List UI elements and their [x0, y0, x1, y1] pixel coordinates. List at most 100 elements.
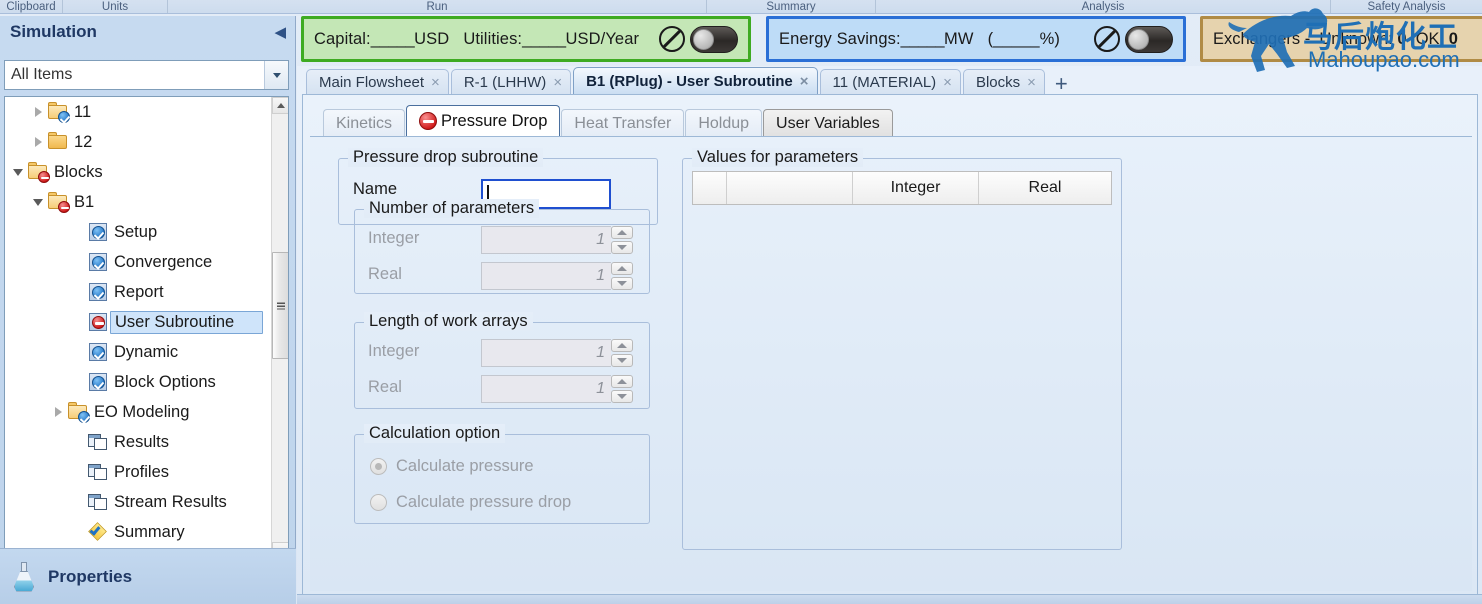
- exchangers-text: Exchangers - Unknown: 0 OK: 0: [1213, 30, 1458, 49]
- capital-cost-panel[interactable]: Capital:_____USD Utilities:_____USD/Year: [301, 16, 751, 62]
- toggle-knob: [693, 28, 714, 50]
- capital-unit: USD: [414, 29, 450, 48]
- form-sub-tab-bar[interactable]: Kinetics Pressure Drop Heat Transfer Holdup…: [323, 105, 894, 137]
- spinner-decrement-button[interactable]: [611, 277, 633, 290]
- tree-item-user-subroutine[interactable]: User Subroutine: [5, 307, 273, 337]
- work-arrays-integer-spinner[interactable]: 1: [481, 339, 633, 367]
- sub-tab-heat-transfer[interactable]: Heat Transfer: [561, 109, 685, 137]
- close-icon[interactable]: ×: [800, 74, 809, 89]
- document-tab-b1-rplug-user-subroutine[interactable]: B1 (RPlug) - User Subroutine ×: [573, 67, 818, 95]
- spinner-decrement-button[interactable]: [611, 390, 633, 403]
- spinner-buttons[interactable]: [611, 339, 633, 367]
- tree-expander-expanded[interactable]: [9, 168, 27, 176]
- form-check-icon: [87, 342, 109, 362]
- radio-calculate-pressure[interactable]: Calculate pressure: [370, 457, 534, 476]
- tree-item-label: 12: [74, 132, 93, 151]
- tree-item-convergence[interactable]: Convergence: [5, 247, 273, 277]
- work-arrays-real-spinner[interactable]: 1: [481, 375, 633, 403]
- scroll-up-button[interactable]: [272, 97, 288, 114]
- num-params-integer-value: 1: [481, 226, 611, 254]
- form-check-icon: [87, 222, 109, 242]
- tree-item-eo-modeling[interactable]: EO Modeling: [5, 397, 273, 427]
- table-header-integer[interactable]: Integer: [853, 172, 979, 204]
- utilities-value-blank: _____: [522, 29, 566, 48]
- tree-expander-collapsed[interactable]: [49, 407, 67, 417]
- navigation-title: Simulation: [10, 22, 97, 41]
- scrollbar-thumb[interactable]: [272, 252, 288, 359]
- close-icon[interactable]: ×: [431, 75, 440, 90]
- document-tab-main-flowsheet[interactable]: Main Flowsheet ×: [306, 69, 449, 95]
- document-tab-blocks[interactable]: Blocks ×: [962, 69, 1045, 95]
- document-tab-bar[interactable]: Main Flowsheet × R-1 (LHHW) × B1 (RPlug) - U…: [297, 66, 1482, 95]
- all-items-filter-combobox[interactable]: All Items: [4, 60, 289, 90]
- close-icon[interactable]: ×: [943, 75, 952, 90]
- tree-item-11[interactable]: 11: [5, 97, 273, 127]
- table-header-rownum[interactable]: [693, 172, 727, 204]
- spinner-buttons[interactable]: [611, 262, 633, 290]
- sub-tab-user-variables[interactable]: User Variables: [763, 109, 893, 137]
- num-params-integer-label: Integer: [368, 229, 420, 247]
- tree-item-profiles[interactable]: Profiles: [5, 457, 273, 487]
- num-params-integer-spinner[interactable]: 1: [481, 226, 633, 254]
- document-tab-label: R-1 (LHHW): [463, 74, 547, 91]
- sub-tab-holdup[interactable]: Holdup: [685, 109, 763, 137]
- collapse-panel-icon[interactable]: ◀: [274, 25, 286, 40]
- add-tab-button[interactable]: +: [1051, 73, 1072, 95]
- table-header-real[interactable]: Real: [979, 172, 1111, 204]
- tree-item-report[interactable]: Report: [5, 277, 273, 307]
- tree-item-label: Setup: [114, 222, 158, 241]
- spinner-increment-button[interactable]: [611, 339, 633, 352]
- form-check-icon: [87, 282, 109, 302]
- spinner-increment-button[interactable]: [611, 375, 633, 388]
- tree-item-summary[interactable]: Summary: [5, 517, 273, 547]
- close-icon[interactable]: ×: [553, 75, 562, 90]
- radio-calculate-pressure-drop[interactable]: Calculate pressure drop: [370, 493, 571, 512]
- tree-item-label: Results: [114, 432, 170, 451]
- tree-expander-collapsed[interactable]: [29, 107, 47, 117]
- simulation-navigation-panel: Simulation ◀ All Items 11 12 Blocks B1 Setup…: [0, 16, 296, 604]
- energy-toggle-switch[interactable]: [1125, 25, 1173, 53]
- tree-item-12[interactable]: 12: [5, 127, 273, 157]
- tree-expander-collapsed[interactable]: [29, 137, 47, 147]
- tree-item-dynamic[interactable]: Dynamic: [5, 337, 273, 367]
- tree-item-label: EO Modeling: [94, 402, 190, 421]
- sub-tab-pressure-drop[interactable]: Pressure Drop: [406, 105, 561, 137]
- tree-vertical-scrollbar[interactable]: [271, 97, 288, 559]
- energy-savings-panel[interactable]: Energy Savings:_____MW (_____%): [766, 16, 1186, 62]
- table-header-blank[interactable]: [727, 172, 853, 204]
- user-subroutine-form-panel: Kinetics Pressure Drop Heat Transfer Holdup…: [302, 94, 1478, 599]
- exchangers-status-panel[interactable]: Exchangers - Unknown: 0 OK: 0: [1200, 16, 1482, 62]
- utilities-unit: USD/Year: [565, 29, 640, 48]
- chevron-down-icon[interactable]: [264, 61, 288, 89]
- values-for-parameters-table[interactable]: Integer Real: [692, 171, 1112, 205]
- scrollbar-grip: [277, 302, 285, 309]
- navigation-tree[interactable]: 11 12 Blocks B1 Setup Convergence Report User S…: [4, 96, 289, 560]
- spinner-increment-button[interactable]: [611, 262, 633, 275]
- tree-expander-expanded[interactable]: [29, 198, 47, 206]
- tree-item-b1[interactable]: B1: [5, 187, 273, 217]
- spinner-buttons[interactable]: [611, 375, 633, 403]
- document-tab-r-1-lhhw-[interactable]: R-1 (LHHW) ×: [450, 69, 572, 95]
- form-check-icon: [87, 252, 109, 272]
- sub-tab-kinetics[interactable]: Kinetics: [323, 109, 406, 137]
- spinner-increment-button[interactable]: [611, 226, 633, 239]
- toggle-knob: [1128, 28, 1149, 50]
- calculation-option-group: Calculation option Calculate pressure Ca…: [354, 424, 650, 524]
- utilities-label: Utilities:: [463, 29, 523, 48]
- status-bar-edge: [297, 594, 1482, 604]
- spinner-decrement-button[interactable]: [611, 354, 633, 367]
- document-tab-11-material-[interactable]: 11 (MATERIAL) ×: [819, 69, 961, 95]
- capital-toggle-switch[interactable]: [690, 25, 738, 53]
- spinner-buttons[interactable]: [611, 226, 633, 254]
- subroutine-name-label: Name: [353, 180, 398, 198]
- folder-stop-icon: [47, 192, 70, 213]
- tree-item-results[interactable]: Results: [5, 427, 273, 457]
- spinner-decrement-button[interactable]: [611, 241, 633, 254]
- close-icon[interactable]: ×: [1027, 75, 1036, 90]
- tree-item-setup[interactable]: Setup: [5, 217, 273, 247]
- tree-item-blocks[interactable]: Blocks: [5, 157, 273, 187]
- tree-item-block-options[interactable]: Block Options: [5, 367, 273, 397]
- num-params-real-spinner[interactable]: 1: [481, 262, 633, 290]
- properties-nav-button[interactable]: Properties: [0, 548, 296, 604]
- tree-item-stream-results[interactable]: Stream Results: [5, 487, 273, 517]
